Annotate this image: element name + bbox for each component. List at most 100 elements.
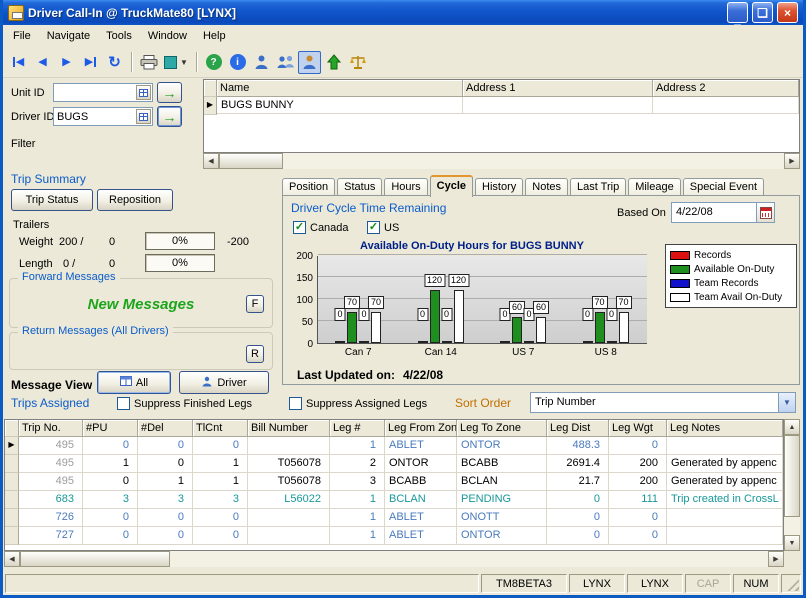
tab-position[interactable]: Position — [282, 178, 335, 196]
tab-history[interactable]: History — [475, 178, 523, 196]
tab-last-trip[interactable]: Last Trip — [570, 178, 626, 196]
tab-hours[interactable]: Hours — [384, 178, 427, 196]
scroll-right-icon[interactable]: ▶ — [784, 153, 800, 169]
table-row[interactable]: 683333L560221BCLANPENDING0111Trip create… — [5, 491, 783, 509]
title-bar: Driver Call-In @ TruckMate80 [LYNX] _ ❑ … — [3, 0, 803, 25]
column-header-leg-[interactable]: Leg # — [330, 420, 385, 437]
print-icon[interactable] — [137, 51, 160, 74]
unit-lookup-icon[interactable] — [136, 85, 151, 100]
column-header-leg-to-zone[interactable]: Leg To Zone — [457, 420, 547, 437]
column-header-address-2[interactable]: Address 2 — [653, 80, 799, 97]
cell — [667, 437, 783, 455]
menu-window[interactable]: Window — [140, 27, 195, 45]
status-cell-num: NUM — [733, 574, 779, 593]
check-in-icon[interactable] — [322, 51, 345, 74]
column-header-bill-number[interactable]: Bill Number — [248, 420, 330, 437]
maximize-button[interactable]: ❑ — [752, 2, 773, 23]
based-on-date-field[interactable]: 4/22/08 — [671, 202, 775, 223]
tab-special-event[interactable]: Special Event — [683, 178, 764, 196]
driver-group-icon[interactable] — [274, 51, 297, 74]
table-row[interactable]: ▶BUGS BUNNY — [204, 97, 799, 115]
menu-navigate[interactable]: Navigate — [39, 27, 98, 45]
column-header-leg-dist[interactable]: Leg Dist — [547, 420, 609, 437]
scroll-track[interactable] — [283, 153, 784, 169]
table-row[interactable]: 7260001ABLETONOTT00 — [5, 509, 783, 527]
menu-file[interactable]: File — [5, 27, 39, 45]
us-checkbox[interactable]: ✓ — [367, 221, 380, 234]
based-on-date-value[interactable]: 4/22/08 — [672, 203, 756, 222]
close-button[interactable]: × — [777, 2, 798, 23]
previous-record-icon[interactable]: ◀ — [31, 51, 54, 74]
menu-help[interactable]: Help — [195, 27, 234, 45]
sort-order-value[interactable]: Trip Number — [531, 393, 778, 412]
column-header-tlcnt[interactable]: TlCnt — [193, 420, 248, 437]
row-marker-icon: ▶ — [204, 97, 217, 115]
chevron-down-icon[interactable]: ▼ — [778, 393, 795, 412]
reposition-button[interactable]: Reposition — [97, 189, 173, 211]
driver-icon[interactable] — [250, 51, 273, 74]
column-header--pu[interactable]: #PU — [83, 420, 138, 437]
tab-notes[interactable]: Notes — [525, 178, 568, 196]
next-record-icon[interactable]: ▶ — [55, 51, 78, 74]
scroll-left-icon[interactable]: ◀ — [203, 153, 219, 169]
table-row[interactable]: 495011T0560783BCABBBCLAN21.7200Generated… — [5, 473, 783, 491]
resize-grip[interactable] — [786, 578, 799, 591]
scales-icon[interactable] — [346, 51, 369, 74]
tab-mileage[interactable]: Mileage — [628, 178, 681, 196]
status-cell-lynx: LYNX — [569, 574, 625, 593]
trips-hscrollbar[interactable]: ◀ ▶ — [4, 551, 784, 567]
info-circle-icon[interactable]: i — [226, 51, 249, 74]
column-header-trip-no-[interactable]: Trip No. — [19, 420, 83, 437]
legend-label: Team Avail On-Duty — [694, 292, 782, 303]
column-header-address-1[interactable]: Address 1 — [463, 80, 653, 97]
minimize-button[interactable]: _ — [727, 2, 748, 23]
column-header-leg-wgt[interactable]: Leg Wgt — [609, 420, 667, 437]
scroll-thumb[interactable] — [20, 551, 170, 567]
scroll-thumb[interactable] — [784, 435, 800, 517]
last-record-icon[interactable]: ▶ — [79, 51, 102, 74]
cell: Generated by appenc — [667, 473, 783, 491]
export-dropdown-icon[interactable]: ▼ — [161, 51, 191, 74]
column-header--del[interactable]: #Del — [138, 420, 193, 437]
scroll-left-icon[interactable]: ◀ — [4, 551, 20, 567]
trips-vscrollbar[interactable]: ▲ ▼ — [784, 419, 800, 551]
sort-order-dropdown[interactable]: Trip Number ▼ — [530, 392, 796, 413]
scroll-thumb[interactable] — [219, 153, 283, 169]
tab-cycle[interactable]: Cycle — [430, 175, 473, 197]
column-header-leg-from-zone[interactable]: Leg From Zone — [385, 420, 457, 437]
driver-go-button[interactable]: → — [157, 106, 182, 127]
name-grid-hscrollbar[interactable]: ◀ ▶ — [203, 153, 800, 169]
suppress-assigned-checkbox[interactable] — [289, 397, 302, 410]
bar-records — [583, 341, 593, 343]
scroll-down-icon[interactable]: ▼ — [784, 535, 800, 551]
refresh-icon[interactable]: ↻ — [103, 51, 126, 74]
cell — [463, 97, 653, 114]
first-record-icon[interactable]: ◀ — [7, 51, 30, 74]
driver-callin-active-icon[interactable] — [298, 51, 321, 74]
bar-value-label: 120 — [424, 274, 445, 287]
driver-lookup-icon[interactable] — [136, 109, 151, 124]
column-header-leg-notes[interactable]: Leg Notes — [667, 420, 783, 437]
tab-status[interactable]: Status — [337, 178, 382, 196]
table-row[interactable]: 495101T0560782ONTORBCABB2691.4200Generat… — [5, 455, 783, 473]
return-messages-button[interactable]: R — [246, 345, 264, 363]
scroll-up-icon[interactable]: ▲ — [784, 419, 800, 435]
column-header-name[interactable]: Name — [217, 80, 463, 97]
unit-go-button[interactable]: → — [157, 82, 182, 103]
table-row[interactable]: ▶4950001ABLETONTOR488.30 — [5, 437, 783, 455]
message-view-all-button[interactable]: All — [97, 371, 171, 394]
forward-messages-button[interactable]: F — [246, 295, 264, 313]
trip-status-button[interactable]: Trip Status — [11, 189, 93, 211]
help-circle-icon[interactable]: ? — [202, 51, 225, 74]
suppress-finished-checkbox[interactable] — [117, 397, 130, 410]
menu-tools[interactable]: Tools — [98, 27, 140, 45]
calendar-icon[interactable] — [756, 203, 774, 222]
bar-records — [500, 341, 510, 343]
scroll-track[interactable] — [784, 517, 800, 535]
scroll-track[interactable] — [170, 551, 768, 567]
canada-checkbox[interactable]: ✓ — [293, 221, 306, 234]
table-row[interactable]: 7270001ABLETONTOR00 — [5, 527, 783, 545]
scroll-right-icon[interactable]: ▶ — [768, 551, 784, 567]
message-view-driver-button[interactable]: Driver — [179, 371, 269, 394]
cell: 0 — [83, 437, 138, 455]
